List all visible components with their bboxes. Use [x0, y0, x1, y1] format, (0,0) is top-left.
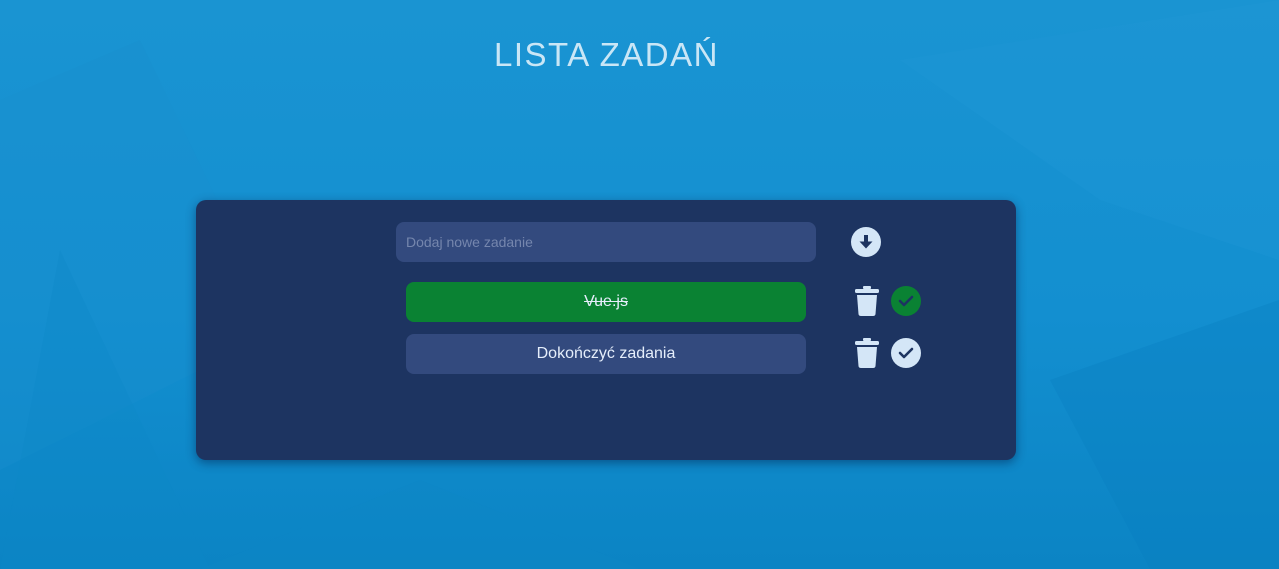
delete-task-button[interactable] — [854, 285, 880, 317]
complete-task-button[interactable] — [891, 286, 921, 316]
page-title: LISTA ZADAŃ — [494, 36, 719, 73]
trash-icon — [854, 285, 880, 317]
arrow-down-circle-icon — [857, 233, 875, 251]
add-task-button[interactable] — [851, 227, 881, 257]
task-text: Vue.js — [584, 293, 628, 310]
task-item[interactable]: Vue.js — [406, 282, 806, 322]
delete-task-button[interactable] — [854, 337, 880, 369]
complete-task-button[interactable] — [891, 338, 921, 368]
trash-icon — [854, 337, 880, 369]
check-icon — [898, 346, 914, 360]
check-icon — [898, 294, 914, 308]
task-text: Dokończyć zadania — [536, 345, 676, 362]
todo-panel: Vue.js Dokończyć zadania — [196, 200, 1016, 460]
new-task-input[interactable] — [396, 222, 816, 262]
task-item[interactable]: Dokończyć zadania — [406, 334, 806, 374]
